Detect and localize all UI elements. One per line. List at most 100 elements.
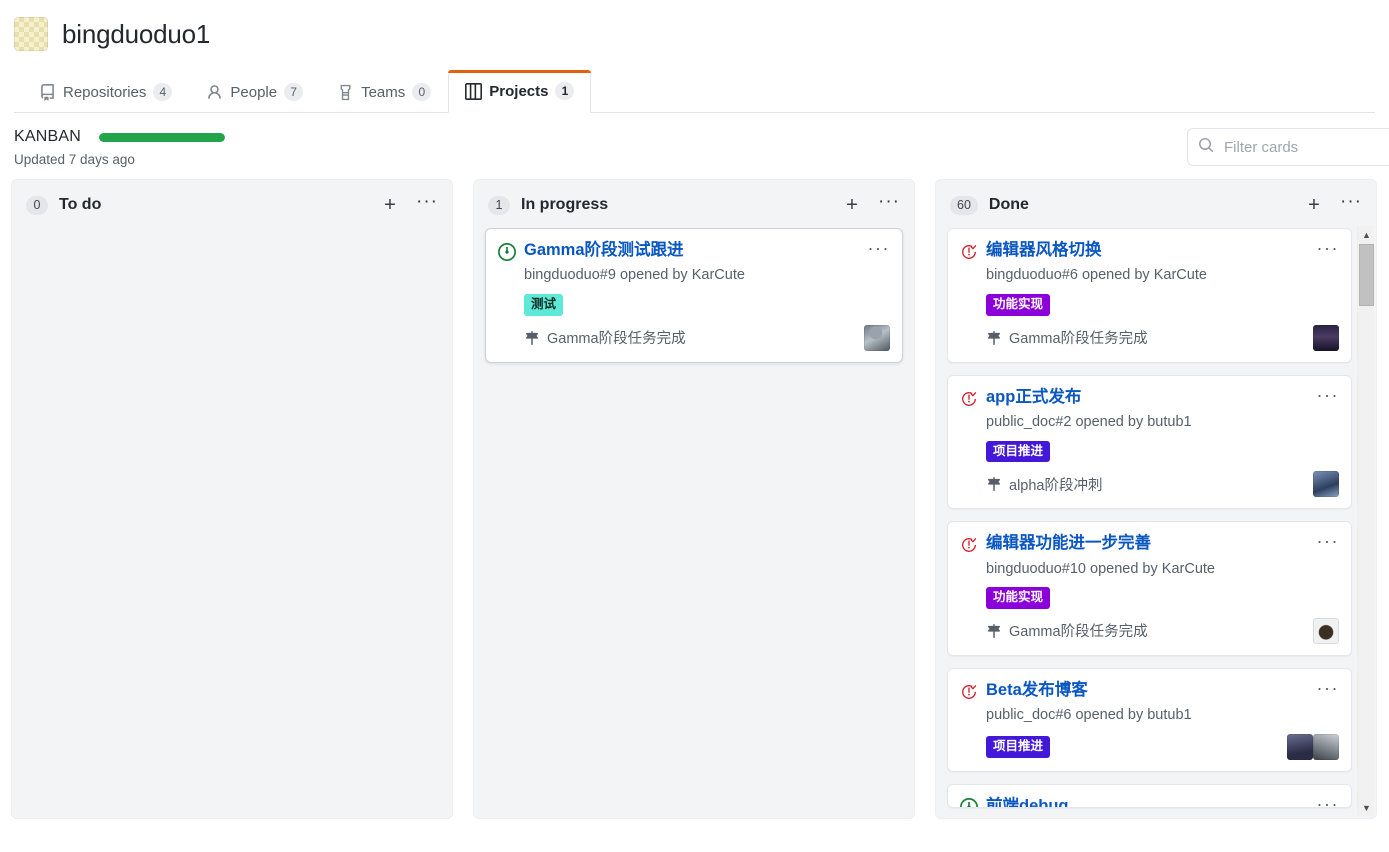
repo-icon: [39, 83, 56, 101]
project-card[interactable]: ··· 前端debug: [947, 783, 1352, 808]
column-cards[interactable]: ··· Gamma阶段测试跟进 bingduoduo#9 opened by K…: [474, 228, 914, 818]
card-menu-button[interactable]: ···: [1313, 530, 1343, 559]
project-board: 0 To do + ··· 1 In progress + ··· ··· Ga…: [0, 179, 1389, 819]
add-card-button[interactable]: +: [1301, 192, 1327, 218]
label-badge[interactable]: 功能实现: [986, 294, 1051, 316]
column-title: Done: [988, 196, 1029, 213]
add-card-button[interactable]: +: [377, 192, 403, 218]
card-assignees: [864, 324, 890, 351]
card-assignees: [1313, 324, 1339, 351]
filter-cards-box[interactable]: [1187, 128, 1389, 166]
card-header: 前端debug: [960, 796, 1339, 807]
project-card[interactable]: ··· 编辑器功能进一步完善 bingduoduo#10 opened by K…: [947, 521, 1352, 656]
card-meta: bingduoduo#6 opened by KarCute: [986, 267, 1207, 284]
column-card-count: 0: [26, 195, 48, 215]
column-to-do: 0 To do + ···: [11, 179, 453, 819]
card-labels: 测试: [524, 294, 890, 316]
issue-opened-icon: [498, 243, 516, 261]
tab-label: Teams: [361, 83, 406, 101]
project-updated-text: Updated 7 days ago: [14, 152, 135, 167]
milestone-label: Gamma阶段任务完成: [1009, 624, 1148, 641]
card-menu-button[interactable]: ···: [1313, 677, 1343, 706]
column-card-count: 1: [488, 195, 510, 215]
project-name-row: KANBAN: [14, 128, 225, 146]
scroll-down-arrow[interactable]: ▼: [1358, 799, 1375, 816]
issue-closed-icon: [960, 390, 978, 408]
card-milestone[interactable]: Gamma阶段任务完成: [524, 327, 864, 348]
org-name[interactable]: bingduoduo1: [62, 19, 210, 50]
card-footer: 项目推进: [986, 733, 1339, 760]
column-menu-button[interactable]: ···: [414, 192, 440, 218]
project-card[interactable]: ··· app正式发布 public_doc#2 opened by butub…: [947, 374, 1352, 510]
card-header: Beta发布博客: [960, 680, 1339, 701]
filter-cards-input[interactable]: [1222, 137, 1389, 157]
tab-counter: 7: [284, 83, 304, 101]
card-title[interactable]: app正式发布: [986, 387, 1117, 408]
card-header: app正式发布: [960, 387, 1339, 408]
team-icon: [337, 84, 354, 101]
card-milestone[interactable]: Gamma阶段任务完成: [986, 327, 1313, 348]
card-labels: 项目推进: [986, 440, 1339, 463]
project-info: KANBAN Updated 7 days ago: [14, 128, 225, 167]
column-card-count: 60: [950, 195, 978, 215]
card-assignees: [1313, 471, 1339, 498]
tab-counter: 0: [412, 83, 432, 101]
card-title[interactable]: Beta发布博客: [986, 680, 1124, 701]
search-icon: [1198, 137, 1214, 158]
tab-repositories[interactable]: Repositories 4: [22, 71, 189, 113]
project-card[interactable]: ··· Beta发布博客 public_doc#6 opened by butu…: [947, 667, 1352, 772]
tab-people[interactable]: People 7: [189, 71, 320, 113]
scroll-up-arrow[interactable]: ▲: [1358, 226, 1375, 243]
milestone-icon: [986, 476, 1002, 492]
column-done: 60 Done + ··· ··· 编辑器风格切换 bingduoduo#6 o…: [935, 179, 1377, 819]
avatar[interactable]: [1313, 324, 1339, 351]
column-cards[interactable]: [12, 228, 452, 818]
milestone-icon: [986, 623, 1002, 639]
column-menu-button[interactable]: ···: [876, 192, 902, 218]
card-title[interactable]: 编辑器风格切换: [986, 240, 1138, 261]
card-menu-button[interactable]: ···: [1313, 237, 1343, 266]
label-badge[interactable]: 项目推进: [986, 440, 1051, 463]
card-title[interactable]: 编辑器功能进一步完善: [986, 533, 1187, 554]
card-meta: public_doc#2 opened by butub1: [986, 414, 1192, 431]
column-cards[interactable]: ··· 编辑器风格切换 bingduoduo#6 opened by KarCu…: [936, 228, 1376, 818]
avatar[interactable]: [864, 324, 890, 351]
add-card-button[interactable]: +: [839, 192, 865, 218]
tab-counter: 4: [153, 83, 173, 101]
avatar[interactable]: [1313, 471, 1339, 498]
avatar[interactable]: [1313, 617, 1339, 644]
label-badge[interactable]: 项目推进: [986, 736, 1051, 758]
column-menu-button[interactable]: ···: [1338, 192, 1364, 218]
card-header: Gamma阶段测试跟进: [498, 240, 890, 261]
project-header-bar: KANBAN Updated 7 days ago: [0, 113, 1389, 179]
card-menu-button[interactable]: ···: [1313, 793, 1343, 807]
org-tab-nav: Repositories 4 People 7 Teams 0 Projects…: [14, 67, 1375, 113]
issue-closed-icon: [960, 243, 978, 261]
label-badge[interactable]: 功能实现: [986, 587, 1051, 609]
column-scrollbar[interactable]: ▲ ▼: [1357, 226, 1374, 816]
card-meta: bingduoduo#10 opened by KarCute: [986, 560, 1215, 577]
project-progress-fill: [99, 132, 225, 142]
issue-closed-icon: [960, 683, 978, 701]
card-milestone[interactable]: Gamma阶段任务完成: [986, 620, 1313, 641]
issue-closed-icon: [960, 536, 978, 554]
card-footer: alpha阶段冲刺: [986, 471, 1339, 498]
card-menu-button[interactable]: ···: [1313, 384, 1343, 413]
avatar[interactable]: [1313, 733, 1339, 760]
card-milestone[interactable]: alpha阶段冲刺: [986, 474, 1313, 495]
tab-projects[interactable]: Projects 1: [448, 70, 592, 113]
filter-wrapper: [1187, 128, 1389, 166]
card-menu-button[interactable]: ···: [864, 237, 894, 266]
card-header: 编辑器风格切换: [960, 240, 1339, 261]
project-card[interactable]: ··· 编辑器风格切换 bingduoduo#6 opened by KarCu…: [947, 228, 1352, 363]
tab-label: Projects: [489, 82, 549, 100]
scrollbar-thumb[interactable]: [1359, 244, 1374, 306]
milestone-label: Gamma阶段任务完成: [547, 331, 686, 348]
tab-teams[interactable]: Teams 0: [320, 71, 448, 113]
avatar[interactable]: [1287, 733, 1313, 760]
card-title[interactable]: Gamma阶段测试跟进: [524, 240, 720, 261]
label-badge[interactable]: 测试: [524, 294, 564, 316]
card-labels: 项目推进: [986, 736, 1051, 758]
project-card[interactable]: ··· Gamma阶段测试跟进 bingduoduo#9 opened by K…: [485, 228, 903, 363]
card-title[interactable]: 前端debug: [986, 796, 1105, 807]
